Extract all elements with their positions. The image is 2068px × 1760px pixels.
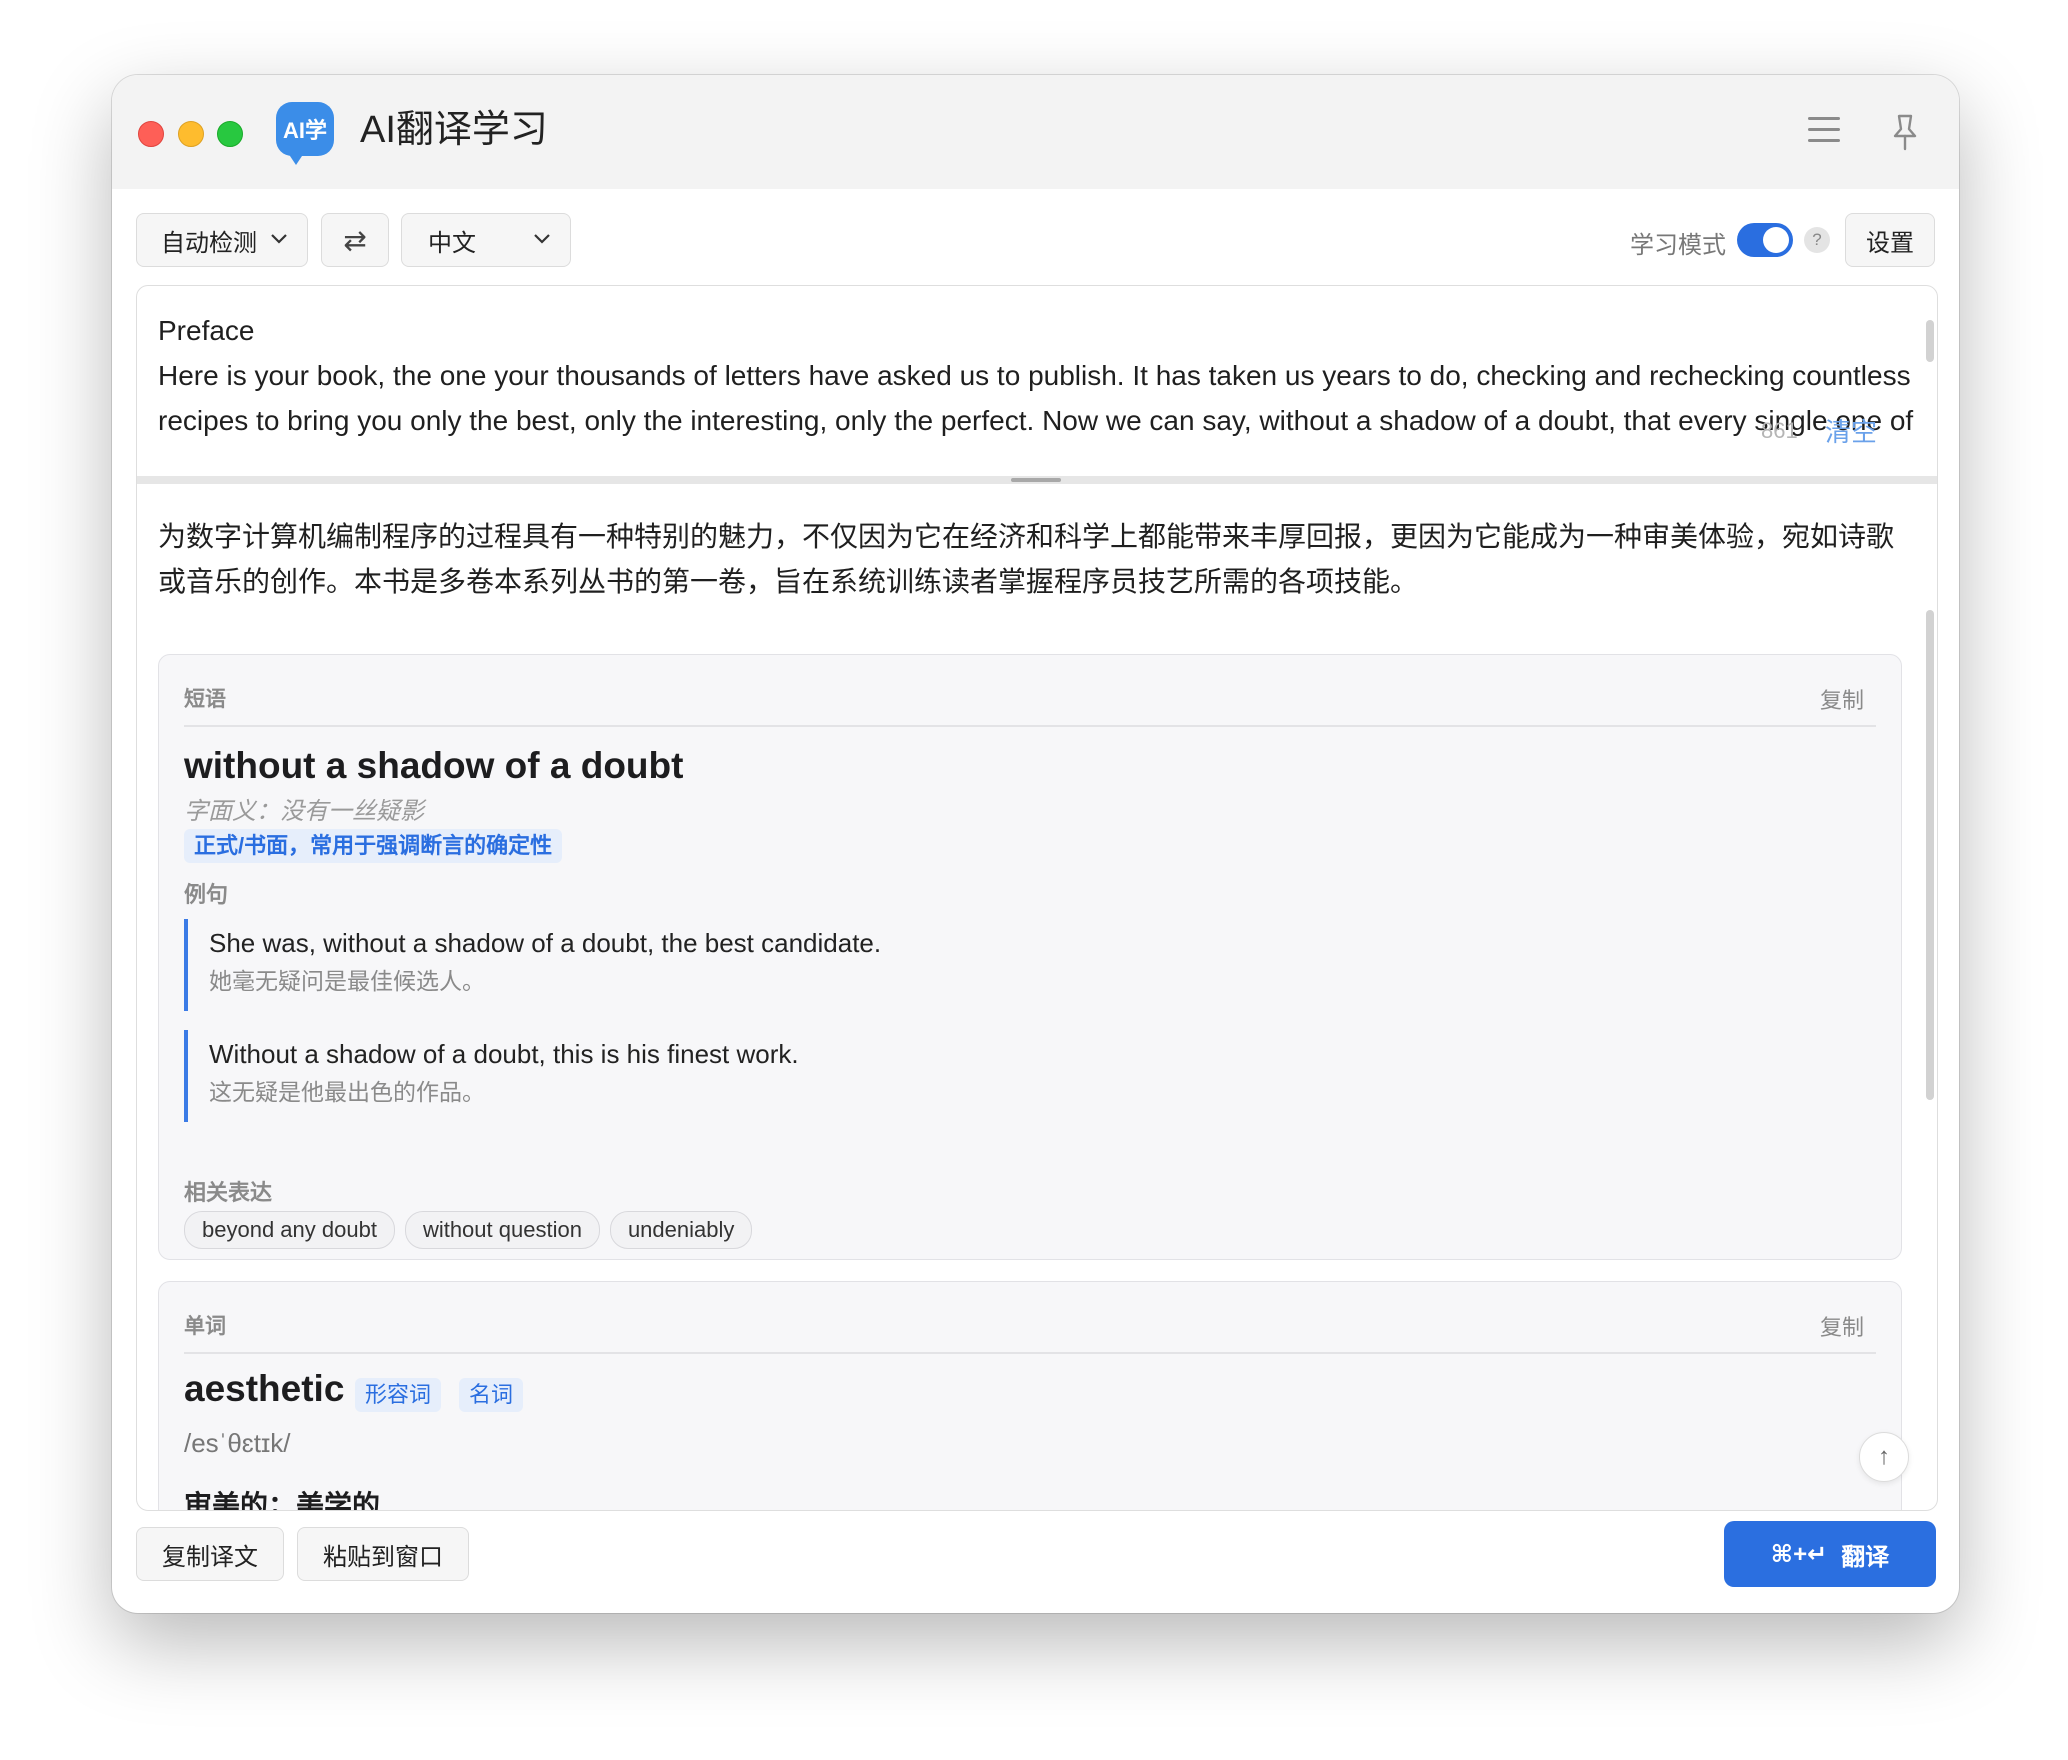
bottom-bar: 复制译文 粘贴到窗口 ⌘+↵ 翻译 [112,1521,1959,1591]
help-icon[interactable]: ? [1804,227,1830,253]
related-chip[interactable]: beyond any doubt [184,1211,395,1249]
card-header: 短语 复制 [184,683,1876,727]
swap-icon: ⇄ [343,224,367,256]
chevron-down-icon [534,234,550,244]
phrase-title: without a shadow of a doubt [184,745,684,786]
card-type-label: 短语 [184,688,226,711]
result-scrollbar[interactable] [1926,610,1934,1100]
resize-divider[interactable] [137,476,1937,484]
card-header: 单词 复制 [184,1310,1876,1354]
close-window-button[interactable] [138,121,164,147]
app-logo-text: AI学 [282,118,327,143]
word-title: aesthetic [184,1368,345,1409]
example-item: Without a shadow of a doubt, this is his… [184,1030,1809,1122]
copy-translation-button[interactable]: 复制译文 [136,1527,284,1581]
example-chinese: 这无疑是他最出色的作品。 [209,1079,485,1105]
usage-tag: 正式/书面，常用于强调断言的确定性 [184,829,563,863]
source-scrollbar[interactable] [1926,320,1934,362]
related-expressions: beyond any doubt without question undeni… [184,1211,753,1249]
settings-button[interactable]: 设置 [1845,213,1935,267]
related-label: 相关表达 [184,1180,273,1205]
example-english: She was, without a shadow of a doubt, th… [209,928,882,958]
literal-meaning: 字面义：没有一丝疑影 [184,798,424,825]
word-card: 单词 复制 aesthetic 形容词 名词 /esˈθɛtɪk/ 审美的；美学… [158,1281,1902,1511]
copy-word-button[interactable]: 复制 [1820,1310,1864,1342]
content-panel: Preface Here is your book, the one your … [136,285,1938,1511]
source-language-value: 自动检测 [161,229,257,257]
card-type-label: 单词 [184,1315,226,1338]
app-title: AI翻译学习 [360,109,548,151]
shortcut-hint: ⌘+↵ [1770,1540,1828,1568]
source-text: Preface Here is your book, the one your … [158,315,1914,454]
related-chip[interactable]: undeniably [609,1211,753,1249]
resize-handle[interactable] [1011,478,1061,482]
word-meaning: 审美的；美学的 [184,1490,381,1511]
target-language-value: 中文 [428,229,476,257]
clear-button[interactable]: 清空 [1825,412,1877,449]
phonetic: /esˈθɛtɪk/ [184,1428,291,1458]
example-item: She was, without a shadow of a doubt, th… [184,919,1809,1011]
translate-label: 翻译 [1841,1543,1890,1571]
translation-text: 为数字计算机编制程序的过程具有一种特别的魅力，不仅因为它在经济和科学上都能带来丰… [158,521,1895,597]
app-window: AI学 AI翻译学习 自动检测 ⇄ 中文 学习模式 ? 设置 Preface H… [112,75,1959,1613]
learning-mode-label: 学习模式 [1630,232,1726,259]
copy-phrase-button[interactable]: 复制 [1820,683,1864,715]
hamburger-menu-icon[interactable] [1808,117,1840,145]
swap-languages-button[interactable]: ⇄ [321,213,389,267]
minimize-window-button[interactable] [178,121,204,147]
examples-label: 例句 [184,882,229,907]
toolbar: 自动检测 ⇄ 中文 学习模式 ? 设置 [112,213,1959,273]
pin-icon[interactable] [1890,113,1920,151]
pos-tag: 形容词 [355,1378,442,1412]
maximize-window-button[interactable] [217,121,243,147]
learning-mode-toggle[interactable] [1737,223,1793,257]
paste-to-window-button[interactable]: 粘贴到窗口 [297,1527,469,1581]
example-english: Without a shadow of a doubt, this is his… [209,1039,799,1069]
source-language-select[interactable]: 自动检测 [136,213,308,267]
related-chip[interactable]: without question [404,1211,600,1249]
char-count: 861 [1761,418,1798,443]
title-bar: AI学 AI翻译学习 [112,75,1959,189]
back-to-top-icon[interactable]: ↑ [1859,1432,1909,1482]
translate-button[interactable]: ⌘+↵ 翻译 [1724,1521,1936,1587]
target-language-select[interactable]: 中文 [401,213,571,267]
phrase-card: 短语 复制 without a shadow of a doubt 字面义：没有… [158,654,1902,1260]
app-logo-icon: AI学 [276,102,334,165]
source-text-input[interactable]: Preface Here is your book, the one your … [137,286,1937,454]
example-chinese: 她毫无疑问是最佳候选人。 [209,968,485,994]
pos-tag: 名词 [459,1378,524,1412]
chevron-down-icon [271,234,287,244]
